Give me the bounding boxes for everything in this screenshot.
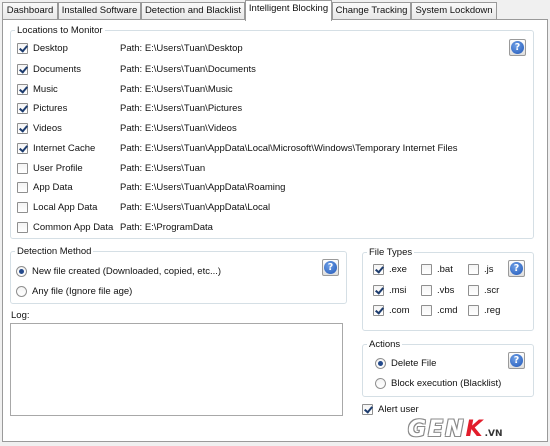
log-textbox[interactable] <box>10 323 343 416</box>
filetype-checkbox-bat[interactable] <box>421 264 432 275</box>
help-icon: ? <box>324 261 337 274</box>
filetype-checkbox-msi[interactable] <box>373 285 384 296</box>
location-checkbox-app-data[interactable] <box>17 182 28 193</box>
filetype-checkbox-reg[interactable] <box>468 305 479 316</box>
location-checkbox-pictures[interactable] <box>17 103 28 114</box>
location-checkbox-videos[interactable] <box>17 123 28 134</box>
location-label-pictures: Pictures <box>33 103 68 114</box>
tab-dashboard[interactable]: Dashboard <box>2 2 58 20</box>
filetype-label-js: .js <box>484 264 494 275</box>
location-path-music: Path: E:\Users\Tuan\Music <box>120 84 233 95</box>
location-path-local-app-data: Path: E:\Users\Tuan\AppData\Local <box>120 202 271 213</box>
detection-method-title: Detection Method <box>17 246 92 257</box>
help-icon: ? <box>511 41 524 54</box>
tab-installed-software[interactable]: Installed Software <box>58 2 141 20</box>
detection-radio-any-file[interactable] <box>16 286 27 297</box>
location-path-user-profile: Path: E:\Users\Tuan <box>120 163 206 174</box>
location-checkbox-common-app-data[interactable] <box>17 222 28 233</box>
tab-detection-and-blacklist[interactable]: Detection and Blacklist <box>141 2 245 20</box>
filetype-label-scr: .scr <box>484 285 500 296</box>
filetype-checkbox-com[interactable] <box>373 305 384 316</box>
location-path-desktop: Path: E:\Users\Tuan\Desktop <box>120 43 243 54</box>
actions-help-button[interactable]: ? <box>508 352 525 369</box>
detection-label-new-file: New file created (Downloaded, copied, et… <box>32 266 222 277</box>
location-checkbox-user-profile[interactable] <box>17 163 28 174</box>
alert-user-checkbox[interactable] <box>362 404 373 415</box>
filetype-label-com: .com <box>389 305 410 316</box>
tab-bar: Dashboard Installed Software Detection a… <box>0 0 550 21</box>
detection-radio-new-file[interactable] <box>16 266 27 277</box>
action-radio-delete-file[interactable] <box>375 358 386 369</box>
location-checkbox-local-app-data[interactable] <box>17 202 28 213</box>
detection-label-any-file: Any file (Ignore file age) <box>32 286 133 297</box>
tab-change-tracking[interactable]: Change Tracking <box>332 2 411 20</box>
filetype-label-msi: .msi <box>389 285 407 296</box>
action-radio-block-execution[interactable] <box>375 378 386 389</box>
location-label-music: Music <box>33 84 58 95</box>
locations-help-button[interactable]: ? <box>509 39 526 56</box>
alert-user-label: Alert user <box>378 404 419 415</box>
location-label-documents: Documents <box>33 64 82 75</box>
file-types-help-button[interactable]: ? <box>508 260 525 277</box>
location-checkbox-desktop[interactable] <box>17 43 28 54</box>
location-path-app-data: Path: E:\Users\Tuan\AppData\Roaming <box>120 182 286 193</box>
log-label: Log: <box>11 310 30 321</box>
location-path-internet-cache: Path: E:\Users\Tuan\AppData\Local\Micros… <box>120 143 458 154</box>
locations-title: Locations to Monitor <box>17 25 103 36</box>
location-label-desktop: Desktop <box>33 43 68 54</box>
location-path-documents: Path: E:\Users\Tuan\Documents <box>120 64 256 75</box>
location-label-common-app-data: Common App Data <box>33 222 114 233</box>
filetype-label-vbs: .vbs <box>437 285 455 296</box>
filetype-checkbox-scr[interactable] <box>468 285 479 296</box>
tab-intelligent-blocking[interactable]: Intelligent Blocking <box>245 0 332 21</box>
location-label-internet-cache: Internet Cache <box>33 143 96 154</box>
location-label-local-app-data: Local App Data <box>33 202 98 213</box>
location-checkbox-internet-cache[interactable] <box>17 143 28 154</box>
file-types-title: File Types <box>369 247 413 258</box>
location-path-videos: Path: E:\Users\Tuan\Videos <box>120 123 237 134</box>
filetype-checkbox-exe[interactable] <box>373 264 384 275</box>
filetype-label-cmd: .cmd <box>437 305 458 316</box>
location-label-app-data: App Data <box>33 182 73 193</box>
action-label-block-execution: Block execution (Blacklist) <box>391 378 502 389</box>
filetype-label-exe: .exe <box>389 264 407 275</box>
detection-help-button[interactable]: ? <box>322 259 339 276</box>
filetype-checkbox-js[interactable] <box>468 264 479 275</box>
help-icon: ? <box>510 354 523 367</box>
actions-title: Actions <box>369 339 401 350</box>
location-label-videos: Videos <box>33 123 62 134</box>
location-checkbox-music[interactable] <box>17 84 28 95</box>
filetype-label-bat: .bat <box>437 264 453 275</box>
filetype-label-reg: .reg <box>484 305 501 316</box>
tab-system-lockdown[interactable]: System Lockdown <box>411 2 497 20</box>
action-label-delete-file: Delete File <box>391 358 437 369</box>
location-label-user-profile: User Profile <box>33 163 83 174</box>
location-checkbox-documents[interactable] <box>17 64 28 75</box>
filetype-checkbox-cmd[interactable] <box>421 305 432 316</box>
location-path-pictures: Path: E:\Users\Tuan\Pictures <box>120 103 243 114</box>
genk-watermark-logo: GENK.VN <box>408 417 503 442</box>
help-icon: ? <box>510 262 523 275</box>
filetype-checkbox-vbs[interactable] <box>421 285 432 296</box>
location-path-common-app-data: Path: E:\ProgramData <box>120 222 213 233</box>
